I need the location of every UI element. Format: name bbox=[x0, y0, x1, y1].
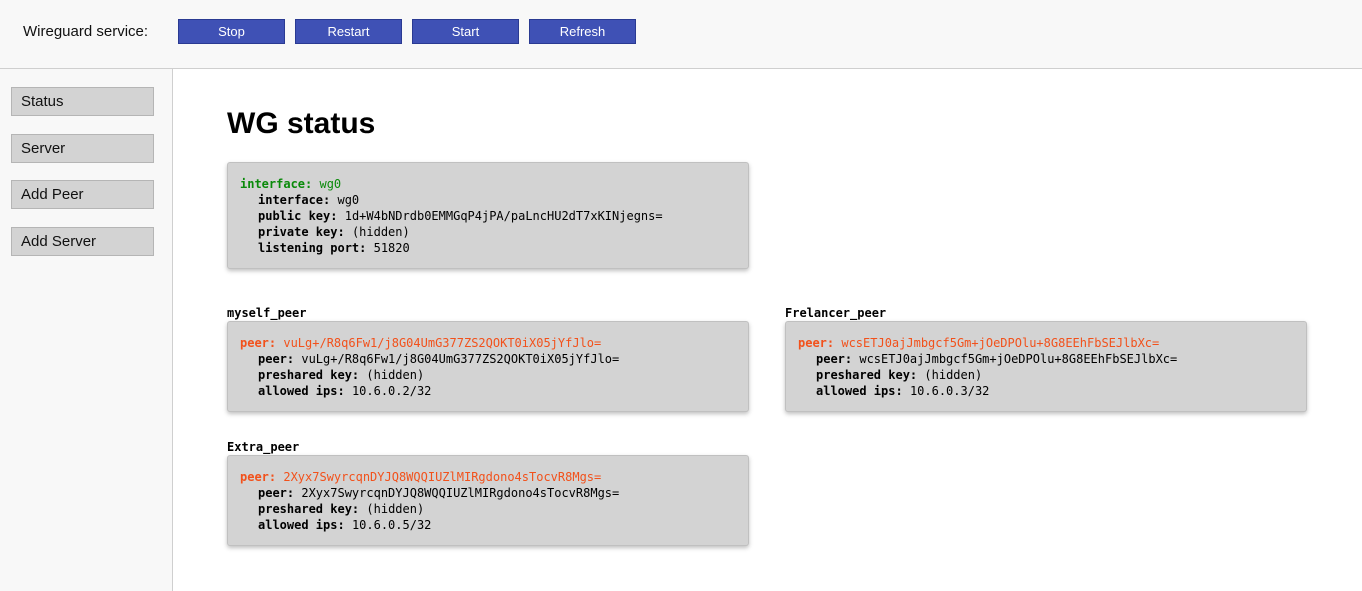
peer-card: peer: vuLg+/R8q6Fw1/j8G04UmG377ZS2QOKT0i… bbox=[227, 321, 749, 412]
restart-button[interactable]: Restart bbox=[295, 19, 402, 44]
allowed-ips-row: allowed ips: 10.6.0.5/32 bbox=[258, 518, 432, 532]
public-key-row: public key: 1d+W4bNDrdb0EMMGqP4jPA/paLnc… bbox=[258, 209, 663, 223]
sidebar-item-server[interactable]: Server bbox=[11, 134, 154, 163]
peer-key-row: peer: 2Xyx7SwyrcqnDYJQ8WQQIUZlMIRgdono4s… bbox=[258, 486, 620, 500]
preshared-key-row: preshared key: (hidden) bbox=[816, 368, 983, 382]
sidebar: Status Server Add Peer Add Server bbox=[0, 69, 173, 591]
sidebar-item-status[interactable]: Status bbox=[11, 87, 154, 116]
preshared-key-row: preshared key: (hidden) bbox=[258, 502, 425, 516]
peer-header: peer: wcsETJ0ajJmbgcf5Gm+jOeDPOlu+8G8EEh… bbox=[798, 336, 1160, 350]
interface-card: interface: wg0 interface: wg0 public key… bbox=[227, 162, 749, 269]
main-content: WG status interface: wg0 interface: wg0 … bbox=[173, 69, 1362, 591]
interface-row: interface: wg0 bbox=[258, 193, 360, 207]
interface-header: interface: wg0 bbox=[240, 177, 342, 191]
service-toolbar: Wireguard service: Stop Restart Start Re… bbox=[0, 0, 1362, 69]
stop-button[interactable]: Stop bbox=[178, 19, 285, 44]
peer-title: Frelancer_peer bbox=[785, 306, 887, 320]
peer-key-row: peer: vuLg+/R8q6Fw1/j8G04UmG377ZS2QOKT0i… bbox=[258, 352, 620, 366]
preshared-key-row: preshared key: (hidden) bbox=[258, 368, 425, 382]
sidebar-item-add-peer[interactable]: Add Peer bbox=[11, 180, 154, 209]
service-label: Wireguard service: bbox=[23, 23, 149, 40]
peer-title: Extra_peer bbox=[227, 440, 300, 454]
peer-title: myself_peer bbox=[227, 306, 307, 320]
peer-card: peer: wcsETJ0ajJmbgcf5Gm+jOeDPOlu+8G8EEh… bbox=[785, 321, 1307, 412]
peer-key-row: peer: wcsETJ0ajJmbgcf5Gm+jOeDPOlu+8G8EEh… bbox=[816, 352, 1178, 366]
refresh-button[interactable]: Refresh bbox=[529, 19, 636, 44]
sidebar-item-add-server[interactable]: Add Server bbox=[11, 227, 154, 256]
allowed-ips-row: allowed ips: 10.6.0.2/32 bbox=[258, 384, 432, 398]
private-key-row: private key: (hidden) bbox=[258, 225, 410, 239]
peer-card: peer: 2Xyx7SwyrcqnDYJQ8WQQIUZlMIRgdono4s… bbox=[227, 455, 749, 546]
start-button[interactable]: Start bbox=[412, 19, 519, 44]
peer-header: peer: vuLg+/R8q6Fw1/j8G04UmG377ZS2QOKT0i… bbox=[240, 336, 602, 350]
listening-port-row: listening port: 51820 bbox=[258, 241, 410, 255]
peer-header: peer: 2Xyx7SwyrcqnDYJQ8WQQIUZlMIRgdono4s… bbox=[240, 470, 602, 484]
page-title: WG status bbox=[227, 107, 376, 140]
allowed-ips-row: allowed ips: 10.6.0.3/32 bbox=[816, 384, 990, 398]
